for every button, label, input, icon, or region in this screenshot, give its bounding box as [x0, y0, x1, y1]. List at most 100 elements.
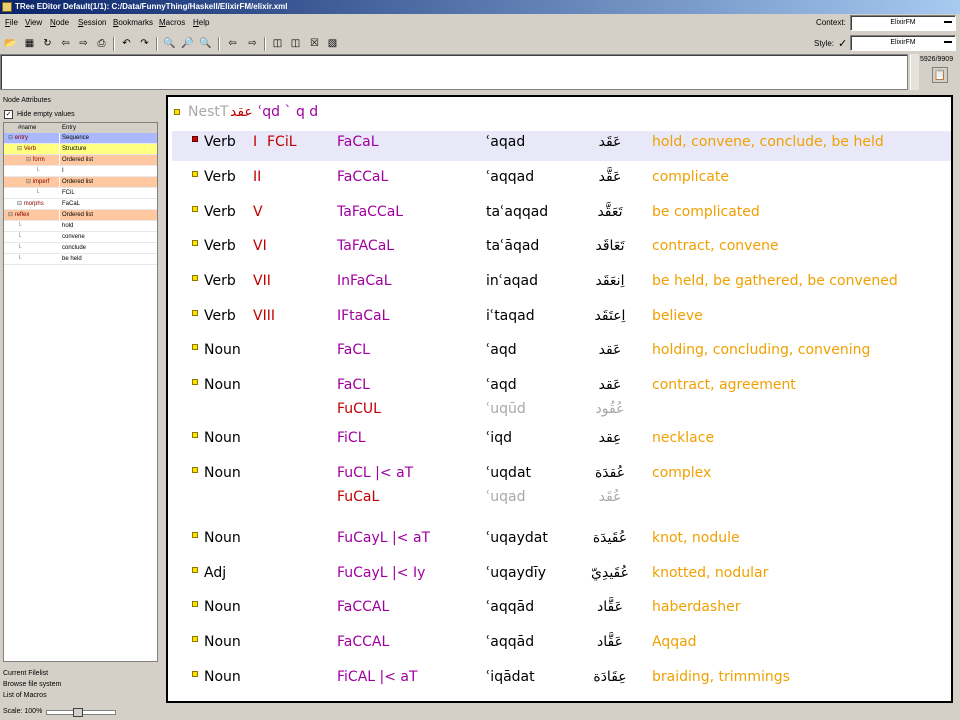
current-filelist-item[interactable]: Current Filelist: [0, 668, 162, 679]
node-bullet-icon[interactable]: [192, 671, 198, 677]
redo-icon[interactable]: ↷: [137, 36, 152, 51]
find-next-icon[interactable]: 🔎: [180, 36, 195, 51]
attribute-value[interactable]: convene: [60, 232, 157, 242]
attribute-value[interactable]: FaCaL: [60, 199, 157, 209]
close-view-icon[interactable]: ☒: [307, 36, 322, 51]
attribute-row[interactable]: └ convene: [4, 232, 157, 243]
node-bullet-icon[interactable]: [192, 240, 198, 246]
back-icon[interactable]: ⇦: [225, 36, 240, 51]
entry-node[interactable]: Noun FuCayL |< aT ʿuqaydat عُقَيدَة knot, no…: [172, 527, 951, 557]
hide-empty-checkbox[interactable]: ✓ Hide empty values: [4, 110, 75, 119]
open-icon[interactable]: 📂: [3, 36, 18, 51]
entry-node[interactable]: Noun FaCCAL ʿaqqād عَقَّاد Aqqad: [172, 631, 951, 661]
list-of-macros-item[interactable]: List of Macros: [0, 690, 162, 701]
entry-node[interactable]: Noun FaCCAL ʿaqqād عَقَّاد haberdasher: [172, 596, 951, 626]
editor-scrollbar[interactable]: [910, 54, 919, 90]
menu-session[interactable]: Session: [78, 18, 106, 27]
node-bullet-icon[interactable]: [192, 467, 198, 473]
node-bullet-icon[interactable]: [192, 344, 198, 350]
next-file-icon[interactable]: ⇨: [76, 36, 91, 51]
entry-node[interactable]: Verb VII InFaCaL inʿaqad اِنعَقَد be held, be…: [172, 270, 951, 300]
attribute-row[interactable]: └ I: [4, 166, 157, 177]
attribute-row[interactable]: └ be held: [4, 254, 157, 265]
attribute-row[interactable]: ⊟ entry Sequence: [4, 133, 157, 144]
attribute-value[interactable]: FCiL: [60, 188, 157, 198]
menu-macros[interactable]: Macros: [159, 18, 185, 27]
attribute-row[interactable]: └ conclude: [4, 243, 157, 254]
attribute-row[interactable]: ⊟ reflex Ordered list: [4, 210, 157, 221]
attribute-value[interactable]: Ordered list: [60, 210, 157, 220]
node-bullet-icon[interactable]: [174, 109, 180, 115]
node-bullet-icon[interactable]: [192, 275, 198, 281]
entry-node[interactable]: Verb I FCiL FaCaL ʿaqad عَقَد hold, convene, c…: [172, 131, 951, 161]
menu-bookmarks[interactable]: Bookmarks: [113, 18, 153, 27]
attribute-value[interactable]: I: [60, 166, 157, 176]
attribute-row[interactable]: ⊟ imperf Ordered list: [4, 177, 157, 188]
prev-file-icon[interactable]: ⇦: [58, 36, 73, 51]
paste-button[interactable]: 📋: [932, 67, 948, 83]
tree-view[interactable]: NestT عقد ʿqd ` q d Verb I FCiL FaCaL ʿaqad ع…: [166, 95, 953, 703]
node-bullet-icon[interactable]: [192, 206, 198, 212]
context-select[interactable]: ElixirFM: [850, 15, 956, 31]
zoom-slider[interactable]: [46, 708, 116, 717]
node-bullet-icon[interactable]: [192, 532, 198, 538]
attribute-value[interactable]: be held: [60, 254, 157, 264]
macro-icon[interactable]: ▧: [325, 36, 340, 51]
undo-icon[interactable]: ↶: [119, 36, 134, 51]
entry-node[interactable]: Noun FiCL ʿiqd عِقد necklace: [172, 427, 951, 457]
menu-view[interactable]: View: [25, 18, 42, 27]
column-entry-header[interactable]: Entry: [62, 123, 76, 133]
attribute-value[interactable]: Ordered list: [60, 155, 157, 165]
arabic-form: عَقد: [598, 342, 622, 358]
arabic-form: عَقَد: [598, 134, 622, 150]
attribute-value[interactable]: Ordered list: [60, 177, 157, 187]
print-icon[interactable]: ⎙: [94, 36, 109, 51]
menu-node[interactable]: Node: [50, 18, 69, 27]
node-bullet-icon[interactable]: [192, 432, 198, 438]
find-icon[interactable]: 🔍: [162, 36, 177, 51]
node-bullet-icon[interactable]: [192, 136, 198, 142]
node-bullet-icon[interactable]: [192, 636, 198, 642]
node-bullet-icon[interactable]: [192, 601, 198, 607]
entry-node[interactable]: Verb II FaCCaL ʿaqqad عَقَّد complicate: [172, 166, 951, 196]
node-bullet-icon[interactable]: [192, 379, 198, 385]
split-h-icon[interactable]: ◫: [270, 36, 285, 51]
node-bullet-icon[interactable]: [192, 171, 198, 177]
tree-canvas: NestT عقد ʿqd ` q d Verb I FCiL FaCaL ʿaqad ع…: [168, 97, 951, 701]
zoom-slider-thumb[interactable]: [73, 708, 83, 717]
attribute-row[interactable]: └ FCiL: [4, 188, 157, 199]
value-editor[interactable]: [0, 54, 908, 90]
entry-node[interactable]: Noun FaCL ʿaqd عَقد holding, concluding, con…: [172, 339, 951, 369]
entry-node[interactable]: Noun FuCL |< aT FuCaL ʿuqdat ʿuqad عُقدَة عُقَ…: [172, 462, 951, 508]
entry-node[interactable]: Noun FiCAL |< aT ʿiqādat عِقَادَة braiding, …: [172, 666, 951, 696]
forward-icon[interactable]: ⇨: [245, 36, 260, 51]
column-name-header[interactable]: #name: [18, 123, 36, 133]
attribute-value[interactable]: conclude: [60, 243, 157, 253]
attribute-row[interactable]: └ hold: [4, 221, 157, 232]
split-v-icon[interactable]: ◫: [288, 36, 303, 51]
entry-node[interactable]: Noun FaCL FuCUL ʿaqd ʿuqūd عَقد عُقُود contract…: [172, 374, 951, 420]
attribute-value[interactable]: Sequence: [60, 133, 157, 143]
find-prev-icon[interactable]: 🔍: [198, 36, 213, 51]
reload-icon[interactable]: ↻: [40, 36, 55, 51]
style-label: Style:: [814, 39, 835, 48]
entry-category: Noun: [204, 634, 241, 650]
attribute-row[interactable]: ⊟ morphs FaCaL: [4, 199, 157, 210]
menu-help[interactable]: Help: [193, 18, 209, 27]
entry-node[interactable]: Verb VIII IFtaCaL iʿtaqad اِعتَقَد believe: [172, 305, 951, 335]
menu-file[interactable]: File: [5, 18, 18, 27]
entry-node[interactable]: Verb V TaFaCCaL taʿaqqad تَعَقَّد be complica…: [172, 201, 951, 231]
node-bullet-icon[interactable]: [192, 310, 198, 316]
style-check-icon[interactable]: ✓: [838, 37, 847, 50]
attribute-value[interactable]: hold: [60, 221, 157, 231]
node-bullet-icon[interactable]: [192, 567, 198, 573]
entry-node[interactable]: Verb VI TaFACaL taʿāqad تَعَاقَد contract, co…: [172, 235, 951, 265]
checkbox-icon[interactable]: ✓: [4, 110, 13, 119]
browse-file-system-item[interactable]: Browse file system: [0, 679, 162, 690]
save-icon[interactable]: ▦: [22, 36, 37, 51]
attribute-value[interactable]: Structure: [60, 144, 157, 154]
attribute-row[interactable]: ⊟ form Ordered list: [4, 155, 157, 166]
style-select[interactable]: ElixirFM: [850, 35, 956, 51]
attribute-row[interactable]: ⊟ Verb Structure: [4, 144, 157, 155]
entry-node[interactable]: Adj FuCayL |< Iy ʿuqaydīy عُقَيدِيّ knotted,…: [172, 562, 951, 592]
